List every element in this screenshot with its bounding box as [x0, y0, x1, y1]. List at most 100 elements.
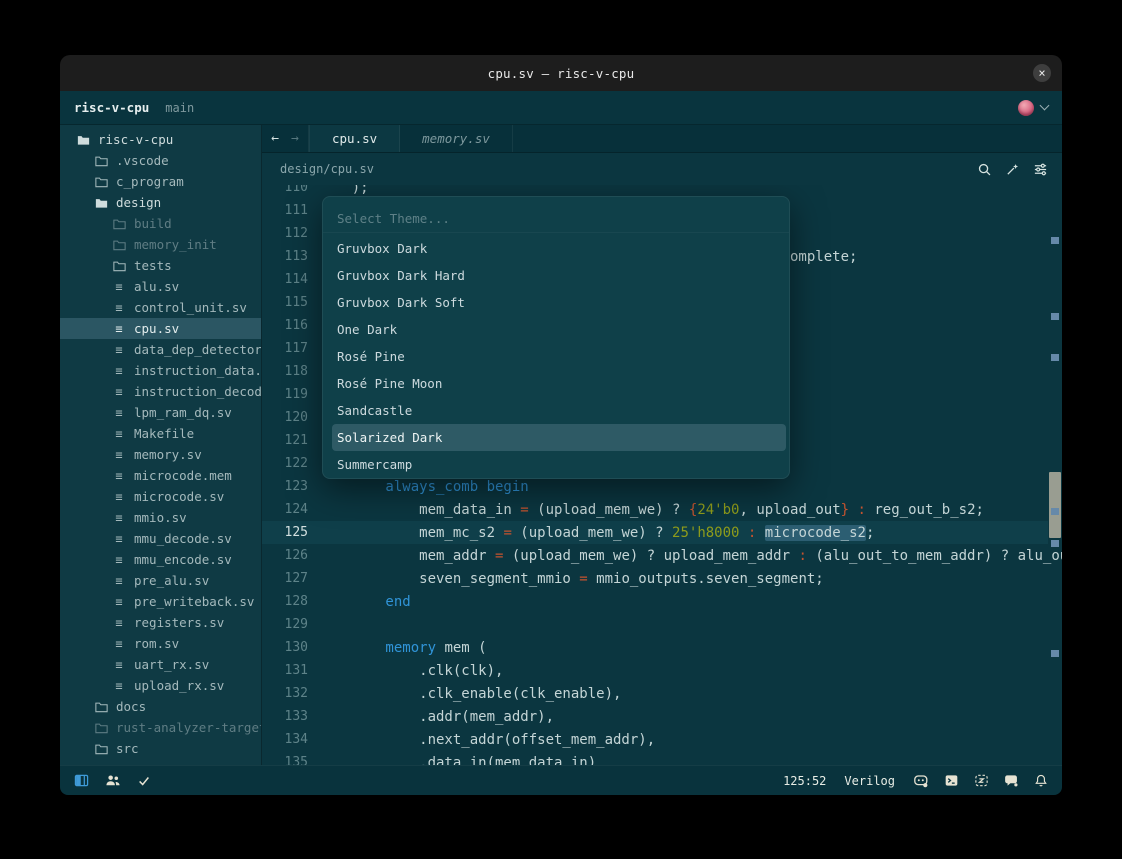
tree-item-mmio.sv[interactable]: ≡mmio.sv [60, 507, 261, 528]
cursor-position[interactable]: 125:52 [783, 774, 826, 788]
tree-item-data_dep_detector.s[interactable]: ≡data_dep_detector.s [60, 339, 261, 360]
breadcrumb[interactable]: design/cpu.sv [280, 162, 374, 176]
tree-item-pre_alu.sv[interactable]: ≡pre_alu.sv [60, 570, 261, 591]
tree-item-memory.sv[interactable]: ≡memory.sv [60, 444, 261, 465]
code-line-content: .data_in(mem_data_in) [318, 755, 596, 766]
tree-item-.vscode[interactable]: .vscode [60, 150, 261, 171]
title-bar[interactable]: cpu.sv — risc-v-cpu × [60, 55, 1062, 91]
theme-search-input[interactable]: Select Theme... [323, 205, 789, 233]
code-line-135[interactable]: 135 .data_in(mem_data_in) [262, 751, 1048, 765]
terminal-icon[interactable] [944, 773, 959, 788]
tree-item-src[interactable]: src [60, 738, 261, 759]
collab-panel-icon[interactable] [105, 773, 121, 788]
chevron-down-icon[interactable] [1040, 101, 1050, 111]
close-icon[interactable]: × [1033, 64, 1051, 82]
theme-option-gruvbox-dark[interactable]: Gruvbox Dark [332, 235, 786, 262]
code-line-124[interactable]: 124 mem_data_in = (upload_mem_we) ? {24'… [262, 498, 1048, 521]
tree-item-pre_writeback.sv[interactable]: ≡pre_writeback.sv [60, 591, 261, 612]
code-line-134[interactable]: 134 .next_addr(offset_mem_addr), [262, 728, 1048, 751]
file-icon: ≡ [112, 637, 126, 651]
code-line-129[interactable]: 129 [262, 613, 1048, 636]
file-icon: ≡ [112, 448, 126, 462]
tree-item-mmu_encode.sv[interactable]: ≡mmu_encode.sv [60, 549, 261, 570]
tree-item-label: risc-v-cpu [98, 132, 173, 147]
tree-item-mmu_decode.sv[interactable]: ≡mmu_decode.sv [60, 528, 261, 549]
tree-item-c_program[interactable]: c_program [60, 171, 261, 192]
theme-option-one-dark[interactable]: One Dark [332, 316, 786, 343]
nav-back-button[interactable]: ← [271, 131, 279, 146]
file-icon: ≡ [112, 301, 126, 315]
project-name[interactable]: risc-v-cpu [74, 100, 149, 115]
code-editor[interactable]: 110 );111112113 complete;114115116117118… [262, 185, 1062, 765]
theme-option-gruvbox-dark-hard[interactable]: Gruvbox Dark Hard [332, 262, 786, 289]
tree-item-build[interactable]: build [60, 213, 261, 234]
tree-item-instruction_data.sv[interactable]: ≡instruction_data.sv [60, 360, 261, 381]
folder-icon [112, 239, 126, 251]
tree-item-control_unit.sv[interactable]: ≡control_unit.sv [60, 297, 261, 318]
repl-z-icon[interactable] [974, 773, 989, 788]
tree-item-tests[interactable]: tests [60, 255, 261, 276]
tree-item-instruction_decoder[interactable]: ≡instruction_decoder [60, 381, 261, 402]
tab-cpu-sv[interactable]: cpu.sv [309, 125, 400, 152]
tree-item-rust-analyzer-target[interactable]: rust-analyzer-target [60, 717, 261, 738]
inline-assist-icon[interactable] [1005, 162, 1020, 177]
code-line-content: ); [318, 185, 369, 196]
line-number: 125 [262, 525, 308, 540]
tree-item-upload_rx.sv[interactable]: ≡upload_rx.sv [60, 675, 261, 696]
tree-item-microcode.mem[interactable]: ≡ microcode.mem [60, 465, 261, 486]
project-panel-toggle-icon[interactable] [74, 773, 89, 788]
code-line-126[interactable]: 126 mem_addr = (upload_mem_we) ? upload_… [262, 544, 1048, 567]
tree-item-docs[interactable]: docs [60, 696, 261, 717]
tree-item-lpm_ram_dq.sv[interactable]: ≡lpm_ram_dq.sv [60, 402, 261, 423]
search-icon[interactable] [977, 162, 992, 177]
line-number: 113 [262, 249, 308, 264]
scrollbar-thumb[interactable] [1049, 472, 1061, 538]
editor-controls-icon[interactable] [1033, 162, 1048, 177]
tree-item-Makefile[interactable]: ≡Makefile [60, 423, 261, 444]
code-line-131[interactable]: 131 .clk(clk), [262, 659, 1048, 682]
language-selector[interactable]: Verilog [844, 774, 895, 788]
avatar[interactable] [1018, 100, 1034, 116]
tree-item-microcode.sv[interactable]: ≡microcode.sv [60, 486, 261, 507]
theme-option-sandcastle[interactable]: Sandcastle [332, 397, 786, 424]
nav-forward-button[interactable]: → [291, 131, 299, 146]
main-area: risc-v-cpu.vscodec_programdesignbuildmem… [60, 125, 1062, 765]
scrollbar[interactable] [1048, 185, 1062, 765]
line-number: 130 [262, 640, 308, 655]
tree-item-risc-v-cpu[interactable]: risc-v-cpu [60, 129, 261, 150]
theme-option-gruvbox-dark-soft[interactable]: Gruvbox Dark Soft [332, 289, 786, 316]
theme-option-ros-pine-moon[interactable]: Rosé Pine Moon [332, 370, 786, 397]
branch-name[interactable]: main [165, 101, 194, 115]
editor-pane: ← → cpu.sv memory.sv design/cpu.sv [262, 125, 1062, 765]
code-line-content: .addr(mem_addr), [318, 709, 554, 725]
tree-item-cpu.sv[interactable]: ≡cpu.sv [60, 318, 261, 339]
tree-item-registers.sv[interactable]: ≡registers.sv [60, 612, 261, 633]
theme-option-solarized-dark[interactable]: Solarized Dark [332, 424, 786, 451]
bell-icon[interactable] [1034, 773, 1048, 788]
code-line-128[interactable]: 128 end [262, 590, 1048, 613]
selected-text: microcode_s2 [765, 525, 866, 541]
tree-item-design[interactable]: design [60, 192, 261, 213]
tree-item-label: registers.sv [134, 615, 224, 630]
tab-memory-sv[interactable]: memory.sv [400, 125, 513, 152]
tree-item-rom.sv[interactable]: ≡rom.sv [60, 633, 261, 654]
topbar-right [1018, 100, 1048, 116]
tree-item-uart_rx.sv[interactable]: ≡uart_rx.sv [60, 654, 261, 675]
code-line-133[interactable]: 133 .addr(mem_addr), [262, 705, 1048, 728]
tree-item-alu.sv[interactable]: ≡alu.sv [60, 276, 261, 297]
tree-item-label: microcode.mem [134, 468, 232, 483]
code-line-125[interactable]: 125 mem_mc_s2 = (upload_mem_we) ? 25'h80… [262, 521, 1048, 544]
file-icon: ≡ [112, 469, 126, 483]
scrollbar-marker [1051, 540, 1059, 547]
code-line-127[interactable]: 127 seven_segment_mmio = mmio_outputs.se… [262, 567, 1048, 590]
file-icon: ≡ [112, 511, 126, 525]
tree-item-memory_init[interactable]: memory_init [60, 234, 261, 255]
diagnostics-check-icon[interactable] [137, 774, 151, 788]
chat-icon[interactable] [1004, 773, 1019, 788]
theme-option-ros-pine[interactable]: Rosé Pine [332, 343, 786, 370]
code-line-132[interactable]: 132 .clk_enable(clk_enable), [262, 682, 1048, 705]
copilot-icon[interactable] [913, 773, 929, 789]
theme-option-summercamp[interactable]: Summercamp [332, 451, 786, 478]
code-line-130[interactable]: 130 memory mem ( [262, 636, 1048, 659]
file-icon: ≡ [112, 343, 126, 357]
